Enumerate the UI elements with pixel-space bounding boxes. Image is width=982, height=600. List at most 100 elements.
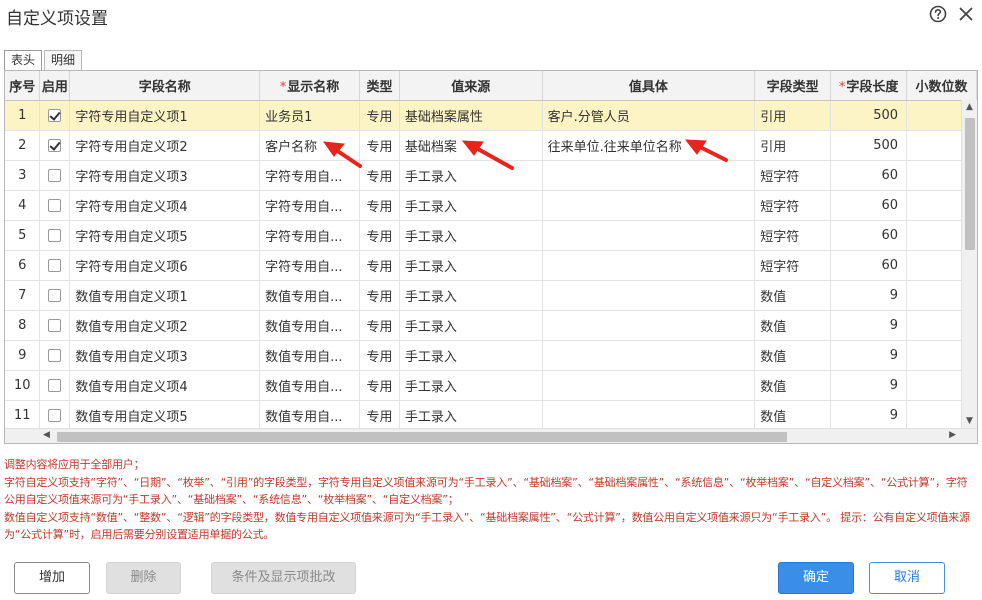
- cell-value-detail[interactable]: 客户.分管人员: [542, 100, 756, 131]
- cell-no[interactable]: 4: [5, 190, 41, 221]
- ok-button[interactable]: 确定: [778, 562, 854, 594]
- cell-display-name[interactable]: 数值专用自...: [259, 310, 360, 341]
- cell-value-detail[interactable]: [542, 190, 756, 221]
- cell-enabled[interactable]: [39, 370, 71, 401]
- cell-type[interactable]: 专用: [359, 280, 400, 311]
- cell-value-source[interactable]: 手工录入: [399, 340, 543, 371]
- scroll-right-icon[interactable]: ▶: [949, 430, 956, 440]
- enabled-checkbox[interactable]: [48, 168, 62, 182]
- col-header-value-detail[interactable]: 值具体: [542, 71, 756, 101]
- enabled-checkbox[interactable]: [48, 318, 62, 332]
- cell-no[interactable]: 5: [5, 220, 41, 251]
- cell-enabled[interactable]: [39, 310, 71, 341]
- cell-display-name[interactable]: 业务员1: [259, 100, 360, 131]
- cell-no[interactable]: 7: [5, 280, 41, 311]
- enabled-checkbox[interactable]: [48, 198, 62, 212]
- cell-field-length[interactable]: 9: [830, 340, 908, 371]
- cell-value-source[interactable]: 手工录入: [399, 250, 543, 281]
- cell-value-detail[interactable]: 往来单位.往来单位名称: [542, 130, 756, 161]
- cell-field-type[interactable]: 短字符: [754, 250, 832, 281]
- cell-value-detail[interactable]: [542, 340, 756, 371]
- cell-enabled[interactable]: [39, 100, 71, 131]
- cell-field-name[interactable]: 数值专用自定义项2: [69, 310, 261, 341]
- cell-no[interactable]: 2: [5, 130, 41, 161]
- cell-field-length[interactable]: 500: [830, 100, 908, 131]
- cell-field-type[interactable]: 数值: [754, 340, 832, 371]
- horizontal-scroll-thumb[interactable]: [57, 432, 787, 442]
- cell-value-source[interactable]: 基础档案属性: [399, 100, 543, 131]
- col-header-display-name[interactable]: *显示名称: [259, 71, 360, 101]
- cell-display-name[interactable]: 数值专用自...: [259, 280, 360, 311]
- cell-display-name[interactable]: 字符专用自...: [259, 220, 360, 251]
- cell-value-detail[interactable]: [542, 250, 756, 281]
- table-row[interactable]: 4 字符专用自定义项4 字符专用自... 专用 手工录入 短字符 60: [5, 190, 977, 221]
- cell-type[interactable]: 专用: [359, 190, 400, 221]
- table-row[interactable]: 11 数值专用自定义项5 数值专用自... 专用 手工录入 数值 9: [5, 400, 977, 431]
- cell-value-detail[interactable]: [542, 280, 756, 311]
- cell-display-name[interactable]: 客户名称: [259, 130, 360, 161]
- enabled-checkbox[interactable]: [48, 348, 62, 362]
- enabled-checkbox[interactable]: [48, 378, 62, 392]
- cell-value-source[interactable]: 手工录入: [399, 310, 543, 341]
- cell-field-length[interactable]: 60: [830, 250, 908, 281]
- cell-no[interactable]: 3: [5, 160, 41, 191]
- scroll-up-icon[interactable]: ▲: [966, 102, 973, 112]
- close-icon[interactable]: [957, 5, 975, 23]
- cell-value-source[interactable]: 手工录入: [399, 160, 543, 191]
- cell-value-source[interactable]: 手工录入: [399, 280, 543, 311]
- cell-field-name[interactable]: 字符专用自定义项1: [69, 100, 261, 131]
- col-header-field-type[interactable]: 字段类型: [754, 71, 832, 101]
- cell-field-length[interactable]: 9: [830, 280, 908, 311]
- cell-field-type[interactable]: 数值: [754, 370, 832, 401]
- cell-no[interactable]: 8: [5, 310, 41, 341]
- delete-button[interactable]: 删除: [106, 562, 181, 594]
- vertical-scrollbar[interactable]: ▲ ▼: [961, 100, 977, 428]
- cell-field-name[interactable]: 数值专用自定义项4: [69, 370, 261, 401]
- cell-type[interactable]: 专用: [359, 310, 400, 341]
- cell-field-name[interactable]: 数值专用自定义项5: [69, 400, 261, 431]
- cell-display-name[interactable]: 数值专用自...: [259, 370, 360, 401]
- add-button[interactable]: 增加: [14, 562, 90, 594]
- cell-field-type[interactable]: 数值: [754, 310, 832, 341]
- cell-value-source[interactable]: 手工录入: [399, 400, 543, 431]
- cell-value-source[interactable]: 手工录入: [399, 370, 543, 401]
- scroll-left-icon[interactable]: ◀: [43, 430, 50, 440]
- cell-type[interactable]: 专用: [359, 400, 400, 431]
- enabled-checkbox[interactable]: [48, 258, 62, 272]
- tab-header[interactable]: 表头: [4, 50, 43, 70]
- cell-field-name[interactable]: 字符专用自定义项5: [69, 220, 261, 251]
- cell-type[interactable]: 专用: [359, 340, 400, 371]
- col-header-decimals[interactable]: 小数位数: [906, 71, 977, 101]
- cell-field-name[interactable]: 字符专用自定义项3: [69, 160, 261, 191]
- cell-enabled[interactable]: [39, 340, 71, 371]
- cell-field-length[interactable]: 9: [830, 400, 908, 431]
- col-header-value-source[interactable]: 值来源: [399, 71, 543, 101]
- cell-display-name[interactable]: 字符专用自...: [259, 190, 360, 221]
- cell-field-type[interactable]: 短字符: [754, 190, 832, 221]
- cell-display-name[interactable]: 字符专用自...: [259, 250, 360, 281]
- col-header-enabled[interactable]: 启用: [39, 71, 71, 101]
- table-row[interactable]: 2 字符专用自定义项2 客户名称 专用 基础档案 往来单位.往来单位名称 引用 500: [5, 130, 977, 161]
- tab-detail[interactable]: 明细: [44, 50, 83, 70]
- cell-value-detail[interactable]: [542, 160, 756, 191]
- cell-enabled[interactable]: [39, 190, 71, 221]
- table-row[interactable]: 1 字符专用自定义项1 业务员1 专用 基础档案属性 客户.分管人员 引用 500: [5, 100, 977, 131]
- col-header-field-name[interactable]: 字段名称: [69, 71, 261, 101]
- cell-type[interactable]: 专用: [359, 130, 400, 161]
- cell-enabled[interactable]: [39, 160, 71, 191]
- cell-enabled[interactable]: [39, 400, 71, 431]
- col-header-type[interactable]: 类型: [359, 71, 400, 101]
- cell-enabled[interactable]: [39, 220, 71, 251]
- cell-field-length[interactable]: 9: [830, 370, 908, 401]
- help-icon[interactable]: [929, 5, 947, 23]
- cell-field-name[interactable]: 字符专用自定义项6: [69, 250, 261, 281]
- cell-no[interactable]: 11: [5, 400, 41, 431]
- enabled-checkbox[interactable]: [48, 408, 62, 422]
- cell-no[interactable]: 9: [5, 340, 41, 371]
- cell-value-detail[interactable]: [542, 370, 756, 401]
- cell-field-name[interactable]: 字符专用自定义项2: [69, 130, 261, 161]
- table-row[interactable]: 10 数值专用自定义项4 数值专用自... 专用 手工录入 数值 9: [5, 370, 977, 401]
- enabled-checkbox[interactable]: [48, 228, 62, 242]
- enabled-checkbox[interactable]: [48, 138, 62, 152]
- table-row[interactable]: 6 字符专用自定义项6 字符专用自... 专用 手工录入 短字符 60: [5, 250, 977, 281]
